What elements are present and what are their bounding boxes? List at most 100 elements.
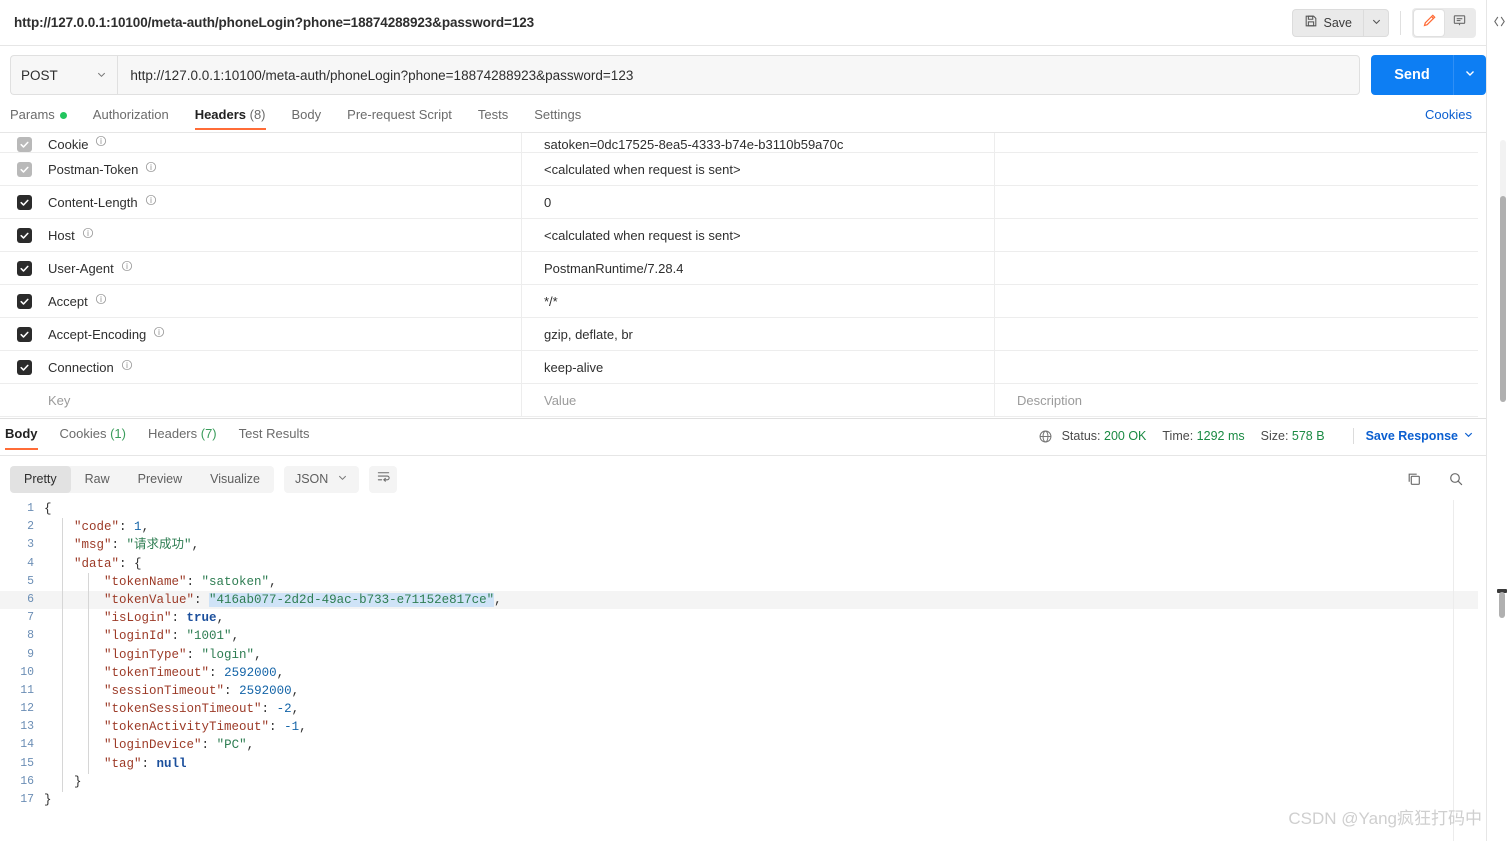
code-scrollbar-thumb[interactable] <box>1499 592 1505 618</box>
info-icon[interactable] <box>121 358 133 376</box>
response-tab-cookies[interactable]: Cookies (1) <box>60 419 126 450</box>
header-value-cell[interactable]: PostmanRuntime/7.28.4 <box>522 252 995 284</box>
wrap-lines-button[interactable] <box>369 465 398 493</box>
header-description-cell[interactable] <box>995 351 1478 383</box>
header-description-cell[interactable] <box>995 133 1478 152</box>
code-token: , <box>494 592 502 607</box>
code-line: 15 "tag": null <box>0 755 1478 773</box>
header-value-cell[interactable]: keep-alive <box>522 351 995 383</box>
header-key-cell[interactable]: Host <box>48 219 522 251</box>
search-icon[interactable] <box>1448 471 1464 487</box>
comment-icon <box>1452 13 1467 33</box>
header-enabled-checkbox[interactable] <box>16 137 32 152</box>
response-tab-cookies-label: Cookies <box>59 426 107 441</box>
new-row-value-cell[interactable]: Value <box>522 384 995 416</box>
send-options-button[interactable] <box>1453 55 1486 95</box>
new-row-key-cell[interactable]: Key <box>48 384 522 416</box>
response-header: Body Cookies (1) Headers (7) Test Result… <box>0 419 1486 456</box>
header-key-text: Postman-Token <box>48 161 139 177</box>
view-mode-raw[interactable]: Raw <box>71 466 124 493</box>
code-line: 6 "tokenValue": "416ab077-2d2d-49ac-b733… <box>0 590 1478 610</box>
edit-request-button[interactable] <box>1414 9 1444 36</box>
header-key-cell[interactable]: Connection <box>48 351 522 383</box>
info-icon[interactable] <box>145 193 157 211</box>
table-row: User-Agent PostmanRuntime/7.28.4 <box>0 252 1478 285</box>
code-token: } <box>74 774 82 789</box>
header-enabled-checkbox[interactable] <box>16 359 32 375</box>
request-url-row: POST http://127.0.0.1:10100/meta-auth/ph… <box>0 46 1486 104</box>
headers-scrollbar-thumb[interactable] <box>1500 196 1506 402</box>
code-token: , <box>291 702 300 717</box>
header-description-cell[interactable] <box>995 153 1478 185</box>
header-key-cell[interactable]: Accept-Encoding <box>48 318 522 350</box>
header-description-cell[interactable] <box>995 285 1478 317</box>
info-icon[interactable] <box>95 292 107 310</box>
tab-pre-request-script[interactable]: Pre-request Script <box>347 104 452 130</box>
save-button[interactable]: Save <box>1291 8 1363 37</box>
code-line: 13 "tokenActivityTimeout": -1, <box>0 718 1478 736</box>
header-key-cell[interactable]: Content-Length <box>48 186 522 218</box>
save-options-button[interactable] <box>1363 8 1389 37</box>
header-value-cell[interactable]: satoken=0dc17525-8ea5-4333-b74e-b3110b59… <box>522 133 995 152</box>
header-enabled-checkbox[interactable] <box>16 194 32 210</box>
request-url-input[interactable]: http://127.0.0.1:10100/meta-auth/phoneLo… <box>117 55 1360 95</box>
header-value-cell[interactable]: <calculated when request is sent> <box>522 153 995 185</box>
code-line-text: { <box>44 500 52 518</box>
cookies-link[interactable]: Cookies <box>1425 104 1472 122</box>
view-mode-preview[interactable]: Preview <box>124 466 196 493</box>
code-token: "satoken" <box>201 574 270 589</box>
tab-tests[interactable]: Tests <box>478 104 508 130</box>
http-method-select[interactable]: POST <box>10 55 118 95</box>
tab-params[interactable]: Params <box>10 104 67 130</box>
tab-authorization[interactable]: Authorization <box>93 104 169 130</box>
response-tab-headers[interactable]: Headers (7) <box>148 419 217 450</box>
view-mode-visualize[interactable]: Visualize <box>196 466 274 493</box>
info-icon[interactable] <box>82 226 94 244</box>
header-description-cell[interactable] <box>995 318 1478 350</box>
new-row-description-cell[interactable]: Description <box>995 384 1478 416</box>
tab-body[interactable]: Body <box>292 104 322 130</box>
response-format-select[interactable]: JSON <box>283 465 360 493</box>
header-enabled-checkbox[interactable] <box>16 227 32 243</box>
header-enabled-checkbox[interactable] <box>16 260 32 276</box>
info-icon[interactable] <box>95 134 107 152</box>
tab-headers[interactable]: Headers (8) <box>194 104 266 130</box>
header-enabled-checkbox[interactable] <box>16 161 32 177</box>
code-icon[interactable] <box>1492 14 1507 841</box>
header-value-cell[interactable]: 0 <box>522 186 995 218</box>
wrap-lines-icon <box>376 469 391 489</box>
header-description-cell[interactable] <box>995 252 1478 284</box>
info-icon[interactable] <box>153 325 165 343</box>
table-row: Postman-Token <calculated when request is… <box>0 153 1478 186</box>
header-enabled-checkbox[interactable] <box>16 326 32 342</box>
header-key-cell[interactable]: Accept <box>48 285 522 317</box>
tab-settings[interactable]: Settings <box>534 104 581 130</box>
header-description-cell[interactable] <box>995 186 1478 218</box>
header-value-text: 0 <box>544 194 552 210</box>
header-value-cell[interactable]: <calculated when request is sent> <box>522 219 995 251</box>
code-token: , <box>231 629 240 644</box>
header-value-cell[interactable]: */* <box>522 285 995 317</box>
header-key-cell[interactable]: Cookie <box>48 133 522 152</box>
code-token: "1001" <box>186 629 232 644</box>
response-tab-body-label: Body <box>5 426 38 441</box>
header-key-cell[interactable]: User-Agent <box>48 252 522 284</box>
send-button[interactable]: Send <box>1371 55 1453 95</box>
info-icon[interactable] <box>121 259 133 277</box>
header-description-cell[interactable] <box>995 219 1478 251</box>
response-body-code[interactable]: 1{2 "code": 1, 3 "msg": "请求成功", 4 "data": … <box>0 500 1478 841</box>
view-mode-pretty[interactable]: Pretty <box>10 465 71 493</box>
header-enabled-checkbox[interactable] <box>16 293 32 309</box>
response-format-label: JSON <box>294 472 329 486</box>
comments-button[interactable] <box>1444 10 1474 36</box>
header-key-cell[interactable]: Postman-Token <box>48 153 522 185</box>
header-value-cell[interactable]: gzip, deflate, br <box>522 318 995 350</box>
save-response-button[interactable]: Save Response <box>1366 429 1474 443</box>
code-line: 14 "loginDevice": "PC", <box>0 736 1478 754</box>
info-icon[interactable] <box>145 160 157 178</box>
response-tab-test-results[interactable]: Test Results <box>239 419 310 450</box>
copy-icon[interactable] <box>1406 471 1422 487</box>
header-key-text: User-Agent <box>48 260 114 276</box>
code-token: , <box>269 574 277 589</box>
response-tab-body[interactable]: Body <box>5 419 38 450</box>
